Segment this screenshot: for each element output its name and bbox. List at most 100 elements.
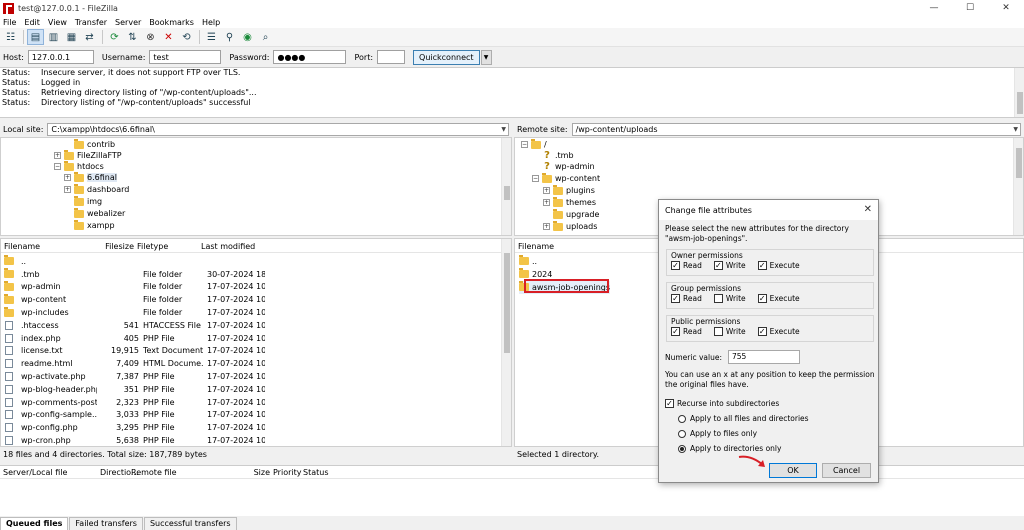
sync-browsing-icon[interactable]: ⚲ (221, 29, 238, 45)
tree-item[interactable]: upgrade (553, 208, 599, 220)
apply-files-option[interactable]: Apply to files only (678, 429, 757, 438)
username-input[interactable]: test (149, 50, 222, 64)
local-path-input[interactable]: C:\xampp\htdocs\6.6final\ ▼ (47, 122, 509, 136)
toggle-log-icon[interactable]: ▤ (27, 29, 44, 45)
numeric-value-input[interactable]: 755 (727, 350, 800, 364)
recurse-checkbox[interactable]: ✓ (665, 399, 674, 408)
col-filename[interactable]: Filename (1, 242, 96, 251)
owner-read-checkbox[interactable]: ✓ (671, 261, 680, 270)
minimize-button[interactable]: — (916, 0, 952, 16)
tree-item[interactable]: + themes (543, 196, 596, 208)
directory-filter-icon[interactable]: ☰ (203, 29, 220, 45)
local-file-list[interactable]: Filename Filesize Filetype Last modified… (0, 238, 512, 447)
owner-execute-checkbox[interactable]: ✓ (757, 261, 767, 270)
col-filename[interactable]: Filename (515, 242, 595, 251)
group-write-checkbox[interactable] (713, 294, 723, 303)
maximize-button[interactable]: ☐ (952, 0, 988, 16)
col-size[interactable]: Size (246, 468, 270, 477)
tree-item[interactable]: − wp-content (532, 172, 600, 184)
group-read-checkbox[interactable]: ✓ (671, 294, 680, 303)
site-manager-icon[interactable]: ☷ (2, 29, 19, 45)
port-input[interactable] (377, 50, 406, 64)
reconnect-icon[interactable]: ⟲ (178, 29, 195, 45)
col-status[interactable]: Status (300, 468, 340, 477)
tree-item[interactable]: ? .tmb (542, 150, 573, 161)
quickconnect-dropdown[interactable]: ▼ (480, 49, 492, 65)
quickconnect-button[interactable]: Quickconnect (413, 49, 480, 65)
table-row[interactable]: .. (4, 255, 265, 268)
menu-help[interactable]: Help (202, 18, 220, 27)
ok-button[interactable]: OK (769, 463, 817, 478)
toggle-local-tree-icon[interactable]: ▥ (45, 29, 62, 45)
menu-file[interactable]: File (3, 18, 16, 27)
chevron-down-icon[interactable]: ▼ (501, 124, 506, 135)
process-queue-icon[interactable]: ⇅ (124, 29, 141, 45)
menu-transfer[interactable]: Transfer (75, 18, 107, 27)
tab-queued-files[interactable]: Queued files (0, 517, 69, 530)
table-row[interactable]: wp-config.php 3,295 PHP File 17-07-2024 10:… (4, 421, 265, 434)
message-log[interactable]: Status: Insecure server, it does not supp… (0, 67, 1024, 118)
queue-list[interactable] (0, 479, 1024, 516)
apply-directories-radio[interactable] (678, 444, 686, 453)
owner-write-checkbox[interactable]: ✓ (713, 261, 723, 270)
close-window-button[interactable]: ✕ (988, 0, 1024, 16)
table-row[interactable]: wp-activate.php 7,387 PHP File 17-07-2024 1… (4, 370, 265, 383)
menu-view[interactable]: View (48, 18, 67, 27)
table-row[interactable]: wp-blog-header.php 351 PHP File 17-07-2024 … (4, 383, 265, 396)
table-row[interactable]: wp-config-sample.... 3,033 PHP File 17-07-2… (4, 409, 265, 422)
tab-failed-transfers[interactable]: Failed transfers (69, 517, 143, 530)
search-files-icon[interactable]: ⌕ (257, 29, 274, 45)
col-remote-file[interactable]: Remote file (128, 468, 246, 477)
toggle-remote-tree-icon[interactable]: ▦ (63, 29, 80, 45)
tree-item[interactable]: + plugins (543, 184, 595, 196)
menu-edit[interactable]: Edit (24, 18, 40, 27)
chevron-down-icon[interactable]: ▼ (1013, 124, 1018, 135)
password-input[interactable]: ●●●● (273, 50, 347, 64)
tree-item[interactable]: contrib (64, 138, 115, 150)
disconnect-icon[interactable]: ✕ (160, 29, 177, 45)
table-row[interactable]: wp-comments-post.... 2,323 PHP File 17-07-2… (4, 396, 265, 409)
col-last-modified[interactable]: Last modified (198, 242, 268, 251)
table-row[interactable]: wp-includes File folder 17-07-2024 10:... (4, 306, 265, 319)
tree-item[interactable]: − / (521, 138, 547, 150)
table-row[interactable]: license.txt 19,915 Text Document 17-07-2024… (4, 345, 265, 358)
tree-item[interactable]: + uploads (543, 220, 597, 232)
table-row[interactable]: readme.html 7,409 HTML Docume... 17-07-2024… (4, 357, 265, 370)
cancel-operation-icon[interactable]: ⊗ (142, 29, 159, 45)
tree-item[interactable]: ? wp-admin (542, 161, 594, 172)
col-filetype[interactable]: Filetype (134, 242, 198, 251)
local-tree-scrollbar[interactable] (501, 138, 511, 235)
close-icon[interactable]: ✕ (864, 204, 872, 215)
local-directory-tree[interactable]: contrib + FileZillaFTP − htdocs +6.6final … (0, 137, 512, 236)
apply-files-radio[interactable] (678, 429, 686, 438)
tree-item[interactable]: + FileZillaFTP (54, 149, 122, 161)
col-filesize[interactable]: Filesize (96, 242, 134, 251)
tree-item[interactable]: webalizer (74, 207, 125, 219)
list-item[interactable]: .. (519, 255, 537, 268)
table-row[interactable]: .tmb File folder 30-07-2024 18:... (4, 268, 265, 281)
public-write-checkbox[interactable] (713, 327, 723, 336)
remote-path-input[interactable]: /wp-content/uploads ▼ (571, 122, 1021, 136)
public-read-checkbox[interactable]: ✓ (671, 327, 680, 336)
tree-item[interactable]: + dashboard (64, 183, 129, 195)
apply-all-radio[interactable] (678, 414, 686, 423)
apply-all-option[interactable]: Apply to all files and directories (678, 414, 809, 423)
local-list-scrollbar[interactable] (501, 239, 511, 446)
tree-item[interactable]: +6.6final (64, 171, 117, 183)
compare-icon[interactable]: ◉ (239, 29, 256, 45)
col-direction[interactable]: Directio... (97, 468, 139, 477)
host-input[interactable]: 127.0.0.1 (27, 50, 94, 64)
refresh-icon[interactable]: ⟳ (106, 29, 123, 45)
table-row[interactable]: wp-content File folder 17-07-2024 10:... (4, 293, 265, 306)
log-scrollbar[interactable] (1014, 68, 1024, 117)
remote-tree-scrollbar[interactable] (1013, 138, 1023, 235)
table-row[interactable]: wp-admin File folder 17-07-2024 10:... (4, 280, 265, 294)
group-execute-checkbox[interactable]: ✓ (757, 294, 767, 303)
public-execute-checkbox[interactable]: ✓ (757, 327, 767, 336)
table-row[interactable]: index.php 405 PHP File 17-07-2024 10:... (4, 332, 265, 345)
apply-directories-option[interactable]: Apply to directories only (678, 444, 781, 453)
tree-item[interactable]: xampp (74, 219, 115, 231)
col-priority[interactable]: Priority (270, 468, 301, 477)
col-server-local-file[interactable]: Server/Local file (0, 468, 97, 477)
tab-successful-transfers[interactable]: Successful transfers (143, 517, 237, 530)
